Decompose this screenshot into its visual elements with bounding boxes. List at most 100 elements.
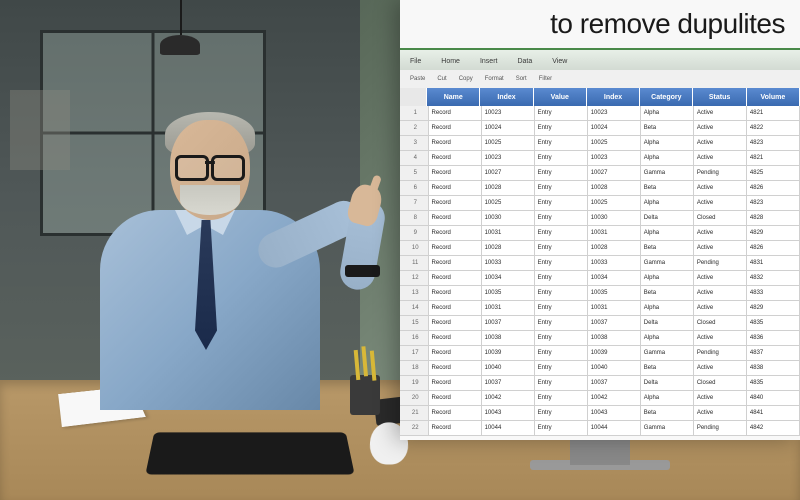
cell[interactable]: Beta [641,121,694,135]
cell[interactable]: 15 [400,316,429,330]
cell[interactable]: 4826 [747,241,800,255]
cell[interactable]: 4836 [747,331,800,345]
cell[interactable]: Beta [641,241,694,255]
cell[interactable]: Pending [694,256,747,270]
cell[interactable]: 4835 [747,316,800,330]
cell[interactable]: 10042 [588,391,641,405]
cell[interactable]: Active [694,181,747,195]
cell[interactable]: Alpha [641,226,694,240]
cell[interactable]: 4825 [747,166,800,180]
cell[interactable]: 4821 [747,151,800,165]
cell[interactable]: Record [429,181,482,195]
cell[interactable]: Closed [694,376,747,390]
toolbar-item[interactable]: Copy [459,76,473,82]
cell[interactable]: Record [429,346,482,360]
cell[interactable]: Record [429,406,482,420]
cell[interactable]: 1 [400,106,429,120]
cell[interactable]: Active [694,136,747,150]
cell[interactable]: 10 [400,241,429,255]
cell[interactable]: 2 [400,121,429,135]
cell[interactable]: 4835 [747,376,800,390]
cell[interactable]: Entry [535,391,588,405]
column-header[interactable]: Status [693,88,746,106]
cell[interactable]: Record [429,136,482,150]
cell[interactable]: 20 [400,391,429,405]
cell[interactable]: Delta [641,376,694,390]
cell[interactable]: Entry [535,346,588,360]
cell[interactable]: 10024 [482,121,535,135]
cell[interactable]: 10028 [588,241,641,255]
cell[interactable]: Record [429,391,482,405]
cell[interactable]: Entry [535,181,588,195]
cell[interactable]: Record [429,166,482,180]
cell[interactable]: Entry [535,286,588,300]
cell[interactable]: Entry [535,121,588,135]
cell[interactable]: 4829 [747,301,800,315]
cell[interactable]: 10035 [588,286,641,300]
cell[interactable]: Pending [694,166,747,180]
cell[interactable]: 4841 [747,406,800,420]
cell[interactable]: 10044 [482,421,535,435]
cell[interactable]: 10025 [588,136,641,150]
cell[interactable]: 10039 [588,346,641,360]
cell[interactable]: Alpha [641,331,694,345]
cell[interactable]: Entry [535,421,588,435]
cell[interactable]: 6 [400,181,429,195]
cell[interactable]: Beta [641,361,694,375]
cell[interactable]: Record [429,286,482,300]
toolbar-item[interactable]: Cut [437,76,446,82]
cell[interactable]: 4821 [747,106,800,120]
cell[interactable]: Alpha [641,301,694,315]
cell[interactable]: Record [429,121,482,135]
cell[interactable]: Record [429,226,482,240]
cell[interactable]: Entry [535,406,588,420]
cell[interactable]: Beta [641,181,694,195]
cell[interactable]: Record [429,241,482,255]
cell[interactable]: Gamma [641,421,694,435]
cell[interactable]: Gamma [641,166,694,180]
cell[interactable]: 4829 [747,226,800,240]
cell[interactable]: 17 [400,346,429,360]
cell[interactable]: Pending [694,346,747,360]
cell[interactable]: Entry [535,361,588,375]
cell[interactable]: Entry [535,196,588,210]
cell[interactable]: 4823 [747,196,800,210]
ribbon-tab[interactable]: File [410,58,421,65]
cell[interactable]: 4837 [747,346,800,360]
toolbar-item[interactable]: Sort [516,76,527,82]
cell[interactable]: 4840 [747,391,800,405]
cell[interactable]: 10031 [588,301,641,315]
cell[interactable]: Delta [641,316,694,330]
cell[interactable]: 10025 [588,196,641,210]
cell[interactable]: Alpha [641,196,694,210]
column-header[interactable]: Name [427,88,480,106]
cell[interactable]: Record [429,106,482,120]
cell[interactable]: Record [429,301,482,315]
cell[interactable]: Record [429,151,482,165]
cell[interactable]: Active [694,331,747,345]
cell[interactable]: 4826 [747,181,800,195]
cell[interactable]: Record [429,331,482,345]
cell[interactable]: 10028 [482,241,535,255]
cell[interactable]: 4831 [747,256,800,270]
cell[interactable]: 4822 [747,121,800,135]
cell[interactable]: 4833 [747,286,800,300]
ribbon-tab[interactable]: Insert [480,58,498,65]
cell[interactable]: Entry [535,106,588,120]
toolbar-item[interactable]: Format [485,76,504,82]
cell[interactable]: Alpha [641,151,694,165]
cell[interactable]: Beta [641,406,694,420]
cell[interactable]: Beta [641,286,694,300]
cell[interactable]: 10023 [482,151,535,165]
cell[interactable]: 10031 [588,226,641,240]
cell[interactable]: 8 [400,211,429,225]
cell[interactable]: Entry [535,166,588,180]
ribbon-tab[interactable]: Home [441,58,460,65]
cell[interactable]: 4823 [747,136,800,150]
cell[interactable]: Delta [641,211,694,225]
cell[interactable]: 10030 [482,211,535,225]
cell[interactable]: 4832 [747,271,800,285]
column-header[interactable]: Value [534,88,587,106]
cell[interactable]: 4842 [747,421,800,435]
cell[interactable]: Active [694,361,747,375]
